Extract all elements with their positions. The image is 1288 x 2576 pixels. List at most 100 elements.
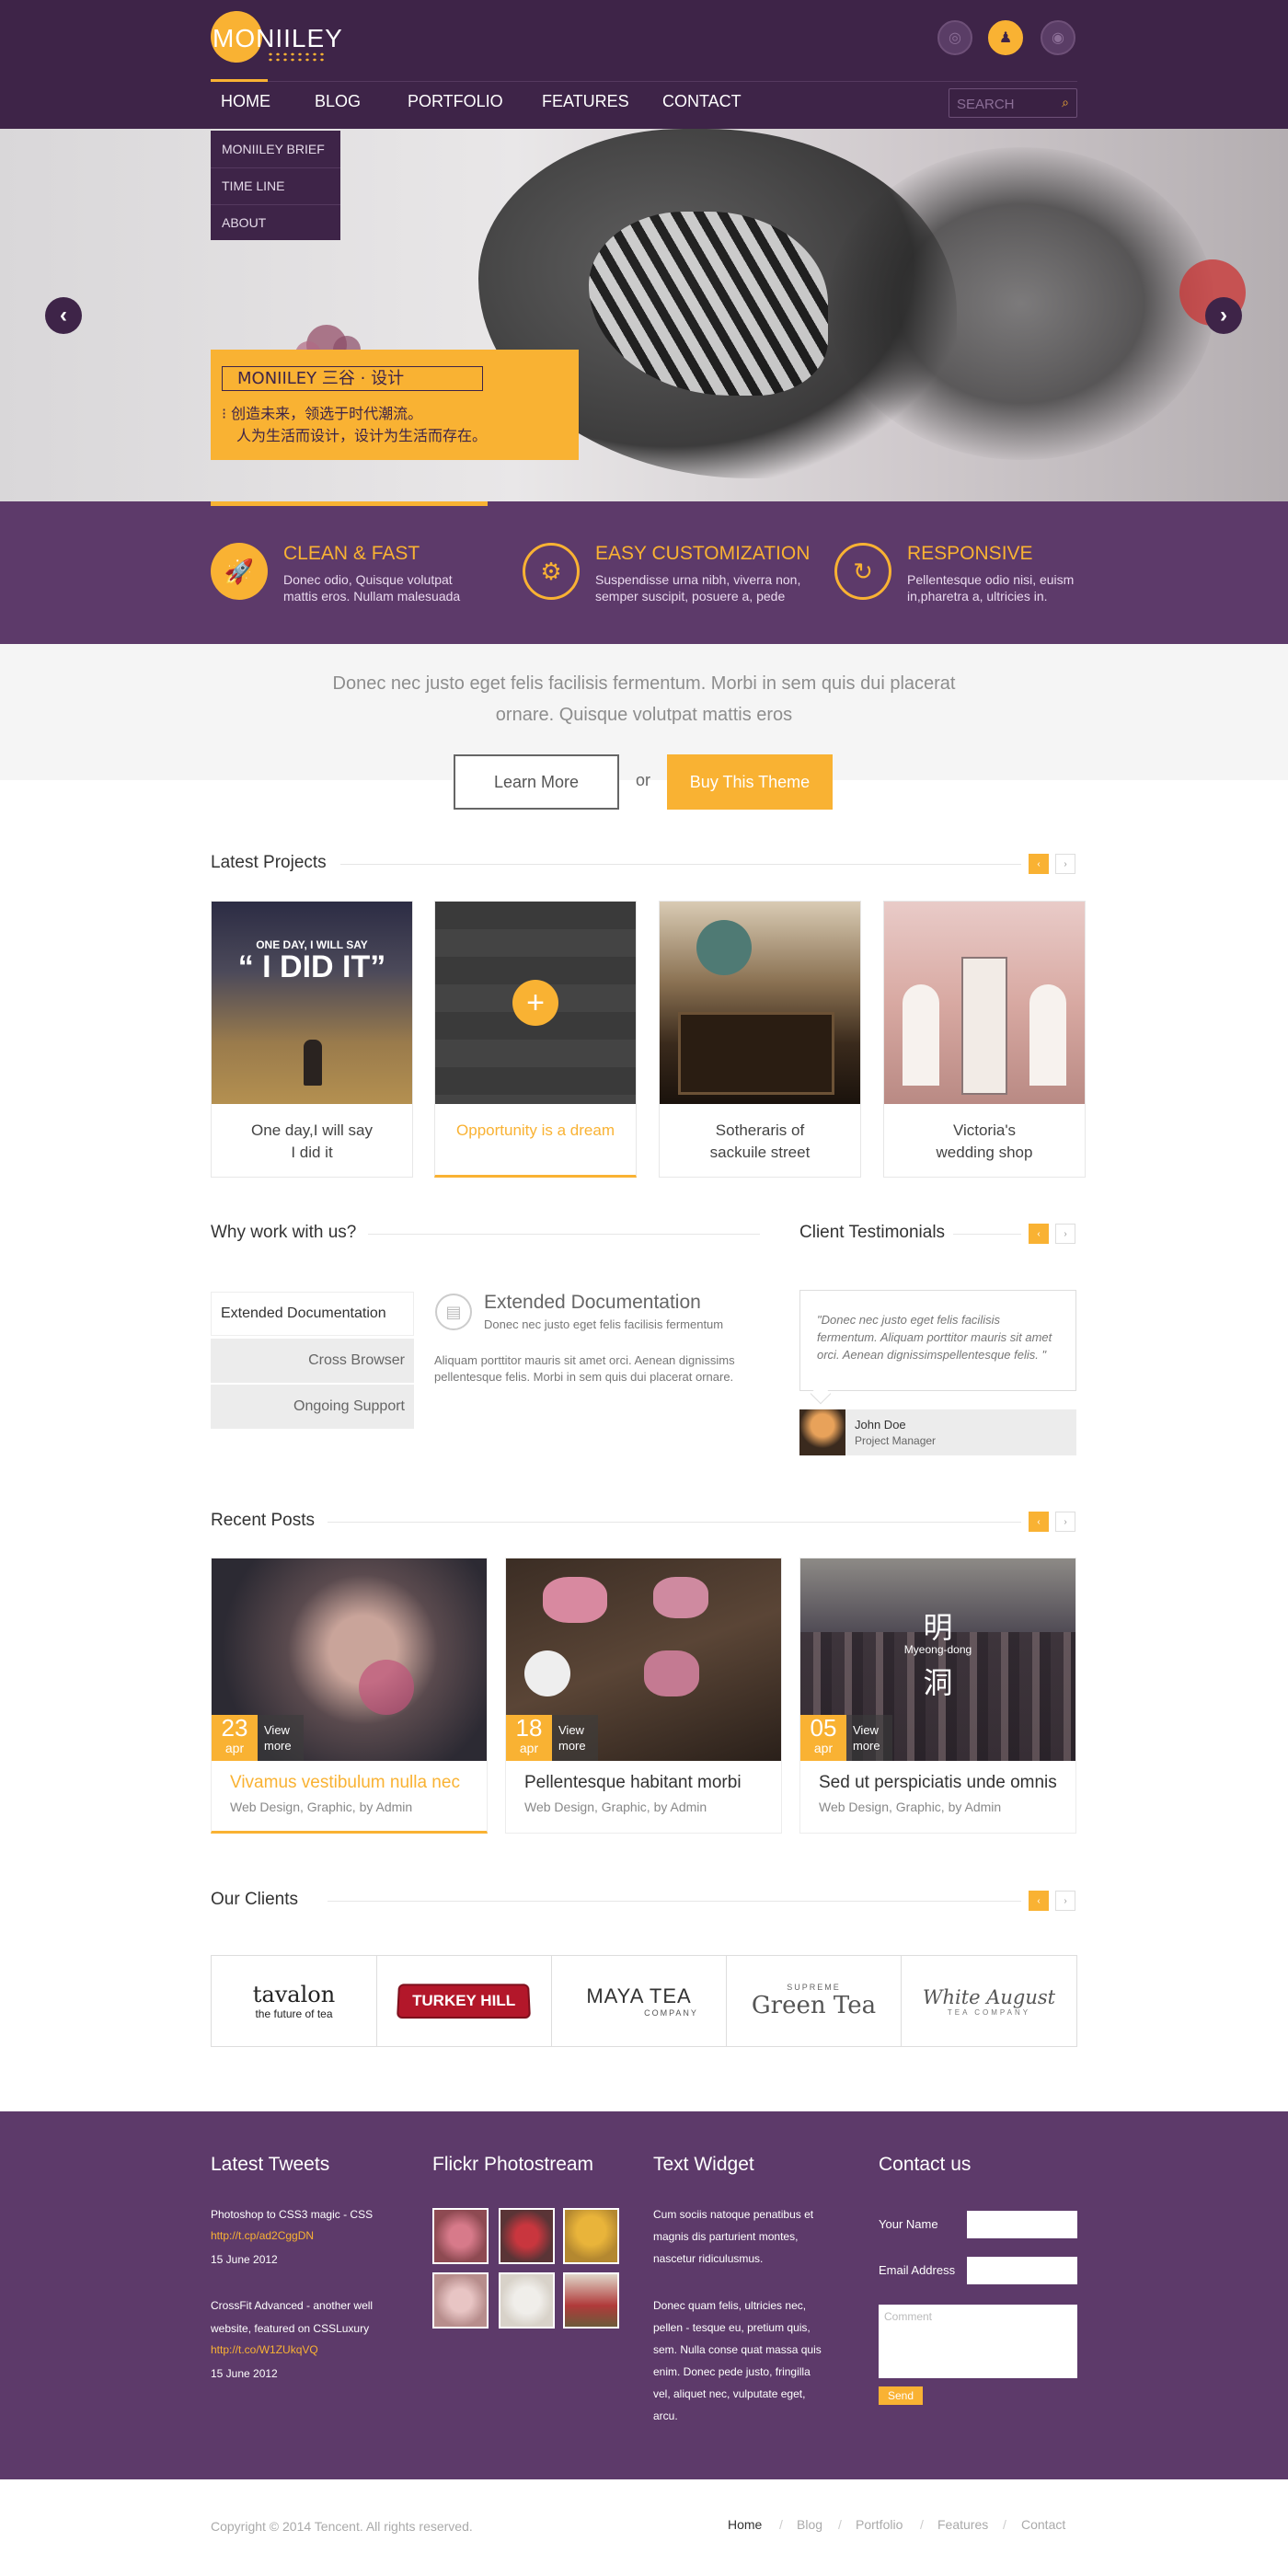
tweet-link[interactable]: http://t.co/W1ZUkqVQ bbox=[211, 2343, 318, 2356]
project-card[interactable]: ONE DAY, I WILL SAY “ I DID IT” One day,… bbox=[211, 901, 413, 1178]
projects-next-button[interactable]: › bbox=[1055, 854, 1075, 874]
hero-prev-button[interactable]: ‹ bbox=[45, 297, 82, 334]
features-accent-bar bbox=[211, 501, 488, 506]
client-logo-maya-tea[interactable]: MAYA TEA COMPANY bbox=[552, 1956, 727, 2046]
text-widget-line: arcu. bbox=[653, 2409, 678, 2422]
qq-icon[interactable]: ♟ bbox=[988, 20, 1023, 55]
section-divider bbox=[368, 1234, 760, 1235]
post-title[interactable]: Sed ut perspiciatis unde omnis bbox=[819, 1773, 1057, 1793]
post-card[interactable]: 18 apr View more Pellentesque habitant mor… bbox=[505, 1558, 782, 1834]
post-month: apr bbox=[224, 1741, 245, 1755]
dropdown-item-brief[interactable]: MONIILEY BRIEF bbox=[222, 142, 325, 156]
email-field[interactable] bbox=[967, 2257, 1077, 2284]
text-widget-line: Donec quam felis, ultricies nec, bbox=[653, 2299, 807, 2312]
hero-caption-title: MONIILEY 三谷 · 设计 bbox=[222, 366, 483, 391]
dropdown-item-timeline[interactable]: TIME LINE bbox=[222, 178, 284, 193]
feature-title-custom: EASY CUSTOMIZATION bbox=[595, 543, 811, 564]
tab-extended-documentation[interactable]: Extended Documentation bbox=[211, 1292, 414, 1336]
view-more-button[interactable]: View more bbox=[552, 1715, 598, 1761]
section-title-projects: Latest Projects bbox=[211, 853, 327, 872]
tab-ongoing-support[interactable]: Ongoing Support bbox=[211, 1385, 414, 1429]
search-icon[interactable]: ⌕ bbox=[1062, 95, 1069, 110]
comment-field[interactable] bbox=[879, 2305, 1077, 2378]
refresh-icon: ↻ bbox=[834, 543, 891, 600]
post-card[interactable]: 明 Myeong-dong 洞 05 apr View more Sed ut pe… bbox=[799, 1558, 1076, 1834]
project-caption-line-2: wedding shop bbox=[936, 1144, 1033, 1161]
flickr-thumbnail[interactable] bbox=[563, 2272, 619, 2329]
footer-link-features[interactable]: Features bbox=[937, 2517, 988, 2532]
feature-title-clean: CLEAN & FAST bbox=[283, 543, 420, 564]
shop-door bbox=[961, 957, 1007, 1095]
post-title[interactable]: Pellentesque habitant morbi bbox=[524, 1773, 742, 1793]
rocket-icon: 🚀 bbox=[211, 543, 268, 600]
post-card[interactable]: 23 apr View more Vivamus vestibulum nulla … bbox=[211, 1558, 488, 1834]
post-day: 18 bbox=[515, 1714, 543, 1742]
posts-next-button[interactable]: › bbox=[1055, 1512, 1075, 1532]
client-logo-white-august[interactable]: White August TEA COMPANY bbox=[902, 1956, 1076, 2046]
tweet-link[interactable]: http://t.cp/ad2CggDN bbox=[211, 2229, 314, 2242]
testimonials-next-button[interactable]: › bbox=[1055, 1224, 1075, 1244]
nav-features[interactable]: FEATURES bbox=[542, 92, 629, 111]
client-logo-green-tea[interactable]: SUPREME Green Tea bbox=[727, 1956, 902, 2046]
footer-link-contact[interactable]: Contact bbox=[1021, 2517, 1065, 2532]
nav-blog[interactable]: BLOG bbox=[315, 92, 361, 111]
projects-prev-button[interactable]: ‹ bbox=[1029, 854, 1049, 874]
plus-icon[interactable]: + bbox=[512, 980, 558, 1026]
flickr-thumbnail[interactable] bbox=[499, 2208, 555, 2264]
view-more-button[interactable]: View more bbox=[258, 1715, 304, 1761]
shop-sign bbox=[696, 920, 752, 975]
post-image: 23 apr View more bbox=[212, 1558, 487, 1761]
client-logo-turkey-hill[interactable]: TURKEY HILL bbox=[377, 1956, 552, 2046]
learn-more-button[interactable]: Learn More bbox=[454, 754, 619, 810]
client-logo: SUPREME Green Tea bbox=[752, 1983, 876, 2019]
search-box: ⌕ bbox=[949, 88, 1077, 118]
email-label: Email Address bbox=[879, 2263, 956, 2277]
footer-link-home[interactable]: Home bbox=[728, 2517, 762, 2532]
hero-slider bbox=[0, 129, 1288, 501]
weibo-icon[interactable]: ◉ bbox=[1041, 20, 1075, 55]
search-input[interactable] bbox=[957, 95, 1049, 113]
view-more-label-2: more bbox=[853, 1739, 880, 1753]
tab-cross-browser[interactable]: Cross Browser bbox=[211, 1339, 414, 1383]
project-thumbnail bbox=[884, 902, 1085, 1104]
flickr-thumbnail[interactable] bbox=[432, 2272, 489, 2329]
client-logo-tavalon[interactable]: tavalon the future of tea bbox=[212, 1956, 377, 2046]
logo-text[interactable]: MONIILEY bbox=[213, 24, 343, 53]
footer-link-portfolio[interactable]: Portfolio bbox=[856, 2517, 903, 2532]
clients-prev-button[interactable]: ‹ bbox=[1029, 1891, 1049, 1911]
nav-home[interactable]: HOME bbox=[221, 92, 270, 111]
post-day: 05 bbox=[810, 1714, 837, 1742]
footer-separator: / bbox=[1003, 2517, 1006, 2532]
wechat-icon[interactable]: ◎ bbox=[937, 20, 972, 55]
post-day: 23 bbox=[221, 1714, 248, 1742]
project-thumbnail: + bbox=[435, 902, 636, 1104]
project-card[interactable]: + Opportunity is a dream bbox=[434, 901, 637, 1178]
flickr-thumbnail[interactable] bbox=[432, 2208, 489, 2264]
hero-next-button[interactable]: › bbox=[1205, 297, 1242, 334]
flickr-thumbnail[interactable] bbox=[563, 2208, 619, 2264]
name-label: Your Name bbox=[879, 2217, 938, 2231]
buy-theme-button[interactable]: Buy This Theme bbox=[667, 754, 833, 810]
view-more-button[interactable]: View more bbox=[846, 1715, 892, 1761]
hero-caption-line-1: ⁝ 创造未来，领选于时代潮流。 bbox=[222, 405, 423, 422]
post-date: 23 apr bbox=[212, 1715, 258, 1761]
project-card[interactable]: Sotheraris of sackuile street bbox=[659, 901, 861, 1178]
project-card[interactable]: Victoria's wedding shop bbox=[883, 901, 1086, 1178]
shop-window bbox=[678, 1012, 834, 1095]
nav-contact[interactable]: CONTACT bbox=[662, 92, 742, 111]
flickr-thumbnail[interactable] bbox=[499, 2272, 555, 2329]
post-title[interactable]: Vivamus vestibulum nulla nec bbox=[230, 1773, 460, 1793]
footer-separator: / bbox=[779, 2517, 783, 2532]
dropdown-item-about[interactable]: ABOUT bbox=[222, 215, 266, 230]
nav-portfolio[interactable]: PORTFOLIO bbox=[408, 92, 503, 111]
posts-prev-button[interactable]: ‹ bbox=[1029, 1512, 1049, 1532]
clients-next-button[interactable]: › bbox=[1055, 1891, 1075, 1911]
text-widget-line: nascetur ridiculusmus. bbox=[653, 2252, 764, 2265]
send-button[interactable]: Send bbox=[879, 2386, 923, 2405]
name-field[interactable] bbox=[967, 2211, 1077, 2238]
testimonials-prev-button[interactable]: ‹ bbox=[1029, 1224, 1049, 1244]
client-logo-name: MAYA TEA bbox=[586, 1984, 692, 2007]
footer-link-blog[interactable]: Blog bbox=[797, 2517, 822, 2532]
client-logo-sub: TEA COMPANY bbox=[947, 2007, 1031, 2017]
project-caption-line-2: I did it bbox=[291, 1144, 333, 1161]
